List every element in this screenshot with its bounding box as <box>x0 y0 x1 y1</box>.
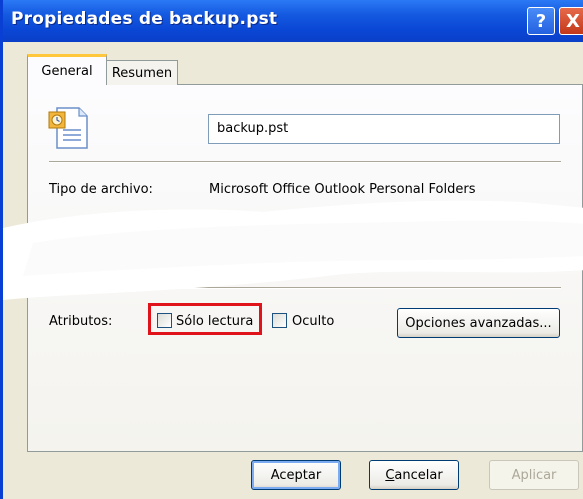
help-icon: ? <box>535 10 547 32</box>
file-type-label: Tipo de archivo: <box>49 182 153 197</box>
apply-button[interactable]: Aplicar <box>489 460 579 490</box>
cancel-hotkey: C <box>385 467 395 483</box>
readonly-highlight <box>148 303 262 335</box>
title-bar[interactable]: Propiedades de backup.pst ? X <box>3 0 583 42</box>
file-type-value: Microsoft Office Outlook Personal Folder… <box>209 182 476 197</box>
advanced-options-button[interactable]: Opciones avanzadas... <box>397 308 560 338</box>
close-icon: X <box>566 10 580 32</box>
separator-2 <box>49 287 561 289</box>
filename-field[interactable]: backup.pst <box>208 114 560 144</box>
cancel-button[interactable]: Cancelar <box>369 460 459 490</box>
attributes-label: Atributos: <box>49 314 113 329</box>
tab-resumen-label: Resumen <box>111 65 173 81</box>
tab-resumen[interactable]: Resumen <box>106 60 178 85</box>
outlook-pst-file-icon <box>48 107 88 149</box>
cancel-label-rest: ancelar <box>394 467 443 483</box>
properties-dialog: Propiedades de backup.pst ? X General Re… <box>0 0 583 499</box>
ok-button[interactable]: Aceptar <box>251 460 341 490</box>
tab-general-label: General <box>41 63 93 79</box>
hidden-label[interactable]: Oculto <box>292 314 334 329</box>
tab-general[interactable]: General <box>27 54 107 85</box>
stray-mark <box>506 211 522 213</box>
window-title: Propiedades de backup.pst <box>11 9 278 29</box>
close-button[interactable]: X <box>559 7 583 35</box>
help-button[interactable]: ? <box>527 7 555 35</box>
separator-1 <box>49 161 561 163</box>
hidden-checkbox[interactable] <box>272 313 287 328</box>
